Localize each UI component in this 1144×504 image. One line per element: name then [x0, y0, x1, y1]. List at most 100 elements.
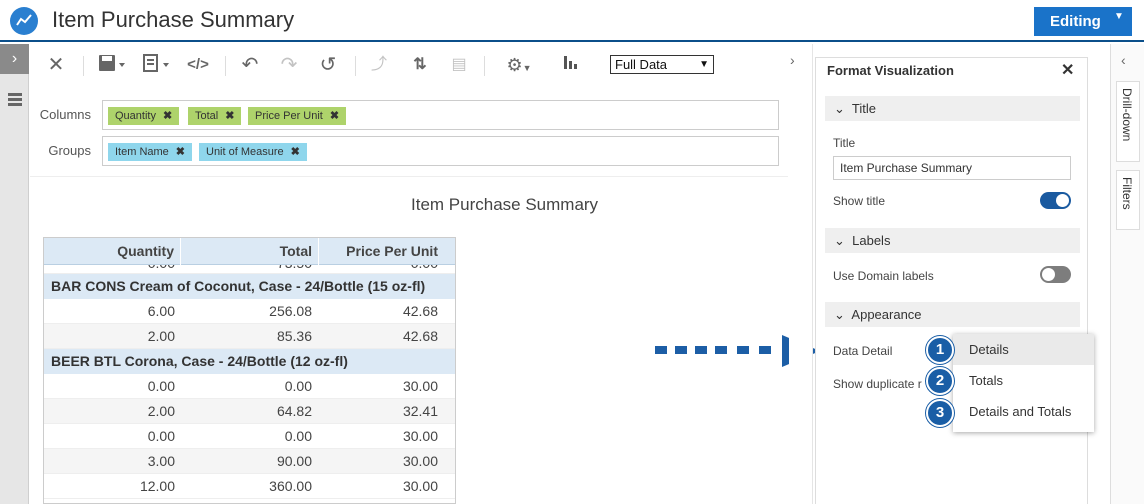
data-detail-label: Data Detail: [833, 344, 893, 358]
cell: 73.50: [181, 265, 312, 273]
table-header: Quantity Total Price Per Unit: [44, 238, 455, 265]
cell: 42.68: [402, 303, 438, 319]
section-title-header[interactable]: ⌄ Title: [825, 96, 1080, 121]
option-details-and-totals[interactable]: Details and Totals: [953, 396, 1094, 427]
cell: 30.00: [402, 428, 438, 444]
redo-icon[interactable]: ↷: [277, 53, 301, 77]
column-pill-quantity[interactable]: Quantity ✖: [108, 107, 180, 125]
data-table[interactable]: Quantity Total Price Per Unit 0.00 73.50…: [43, 237, 456, 504]
table-row: 6.00 256.08 42.68: [44, 299, 455, 324]
toolbar-divider: [225, 56, 226, 76]
column-header-price-per-unit[interactable]: Price Per Unit: [319, 238, 455, 265]
show-title-toggle[interactable]: [1040, 192, 1071, 209]
cell: 64.82: [276, 403, 312, 419]
cell: 0.00: [147, 378, 175, 394]
code-icon[interactable]: </>: [186, 53, 210, 77]
show-title-label: Show title: [833, 194, 886, 208]
title-field-label: Title: [833, 136, 856, 150]
chevron-down-icon: ⌄: [834, 101, 845, 116]
table-row: 0.00 0.00 30.00: [44, 424, 455, 449]
column-header-quantity[interactable]: Quantity: [44, 238, 181, 265]
undo-icon[interactable]: ↶: [238, 53, 262, 77]
close-icon[interactable]: ✕: [1061, 60, 1074, 80]
title-input[interactable]: Item Purchase Summary: [833, 156, 1071, 180]
layout-icon[interactable]: ▤: [447, 53, 471, 77]
visualization-title: Item Purchase Summary: [411, 195, 599, 214]
group-pill-unit-of-measure[interactable]: Unit of Measure ✖: [199, 143, 307, 161]
step-badge-3: 3: [926, 399, 954, 427]
app-logo-icon: [10, 7, 38, 35]
page-title: Item Purchase Summary: [52, 7, 295, 32]
chevron-right-icon: ›: [11, 50, 18, 67]
cell: 42.68: [402, 328, 438, 344]
toolbar-divider: [484, 56, 485, 76]
tab-drill-down[interactable]: Drill-down: [1116, 81, 1140, 162]
step-badge-2: 2: [926, 367, 954, 395]
group-row: BEER BTL Corona, Case - 24/Bottle (12 oz…: [44, 349, 455, 374]
chevron-down-icon: ▼: [699, 59, 709, 70]
groups-shelf[interactable]: Item Name ✖ Unit of Measure ✖: [102, 136, 779, 166]
show-duplicate-label: Show duplicate r: [833, 377, 922, 391]
remove-icon[interactable]: ✖: [291, 146, 300, 158]
editing-label: Editing: [1050, 13, 1101, 30]
column-pill-total[interactable]: Total ✖: [188, 107, 242, 125]
caret-down-icon: ▼: [1114, 11, 1124, 22]
remove-icon[interactable]: ✖: [330, 110, 339, 122]
left-rail: [0, 74, 29, 504]
panel-title: Format Visualization: [827, 63, 954, 78]
cell: 3.00: [147, 453, 175, 469]
domain-labels-label: Use Domain labels: [833, 269, 934, 283]
domain-labels-toggle[interactable]: [1040, 266, 1071, 283]
toolbar-divider: [83, 56, 84, 76]
chevron-right-icon[interactable]: ›: [790, 52, 795, 68]
group-row: BAR CONS Cream of Coconut, Case - 24/Bot…: [44, 274, 455, 299]
column-header-total[interactable]: Total: [181, 238, 319, 265]
callout-arrow-dot: [675, 346, 687, 354]
cell: 360.00: [269, 478, 312, 494]
columns-label: Columns: [39, 107, 91, 122]
chart-type-icon[interactable]: [559, 53, 583, 77]
table-row: 3.00 90.00 30.00: [44, 449, 455, 474]
remove-icon[interactable]: ✖: [163, 110, 172, 122]
cell: 32.41: [402, 403, 438, 419]
remove-icon[interactable]: ✖: [225, 110, 234, 122]
data-scope-select[interactable]: Full Data ▼: [610, 55, 714, 74]
group-pill-item-name[interactable]: Item Name ✖: [108, 143, 193, 161]
close-icon[interactable]: ✕: [44, 53, 68, 77]
column-pill-price-per-unit[interactable]: Price Per Unit ✖: [248, 107, 347, 125]
canvas-divider: [30, 176, 788, 177]
save-icon[interactable]: [95, 53, 129, 77]
tab-filters[interactable]: Filters: [1116, 170, 1140, 230]
chevron-down-icon: ⌄: [834, 307, 845, 322]
callout-arrow-dot: [655, 346, 667, 354]
option-totals[interactable]: Totals: [953, 365, 1094, 396]
pivot-icon[interactable]: ⤴: [367, 53, 391, 77]
step-badge-1: 1: [926, 336, 954, 364]
groups-label: Groups: [48, 143, 91, 158]
table-row: 2.00 85.36 42.68: [44, 324, 455, 349]
settings-icon[interactable]: ⚙▼: [502, 53, 536, 77]
option-details[interactable]: Details: [953, 334, 1094, 365]
cell: 2.00: [147, 403, 175, 419]
toolbar-divider: [355, 56, 356, 76]
editing-mode-button[interactable]: Editing ▼: [1034, 7, 1132, 36]
cell: 0.00: [284, 378, 312, 394]
stack-icon[interactable]: [7, 92, 23, 108]
sort-icon[interactable]: ⇅: [408, 53, 432, 77]
section-appearance-header[interactable]: ⌄ Appearance: [825, 302, 1080, 327]
toggle-knob: [1042, 268, 1055, 281]
cell: 0.00: [44, 265, 175, 273]
data-scope-value: Full Data: [615, 57, 668, 72]
section-labels-header[interactable]: ⌄ Labels: [825, 228, 1080, 253]
cell: 30.00: [402, 378, 438, 394]
export-icon[interactable]: [139, 53, 173, 77]
chevron-left-icon[interactable]: ‹: [1121, 52, 1126, 68]
cell: 90.00: [276, 453, 312, 469]
table-row: 2.00 64.82 32.41: [44, 399, 455, 424]
data-detail-dropdown[interactable]: Details Totals Details and Totals: [953, 334, 1094, 432]
revert-icon[interactable]: ↺: [316, 53, 340, 77]
remove-icon[interactable]: ✖: [176, 146, 185, 158]
columns-shelf[interactable]: Quantity ✖ Total ✖ Price Per Unit ✖: [102, 100, 779, 130]
expand-rail-button[interactable]: ›: [0, 44, 29, 74]
cell: 0.00: [147, 428, 175, 444]
